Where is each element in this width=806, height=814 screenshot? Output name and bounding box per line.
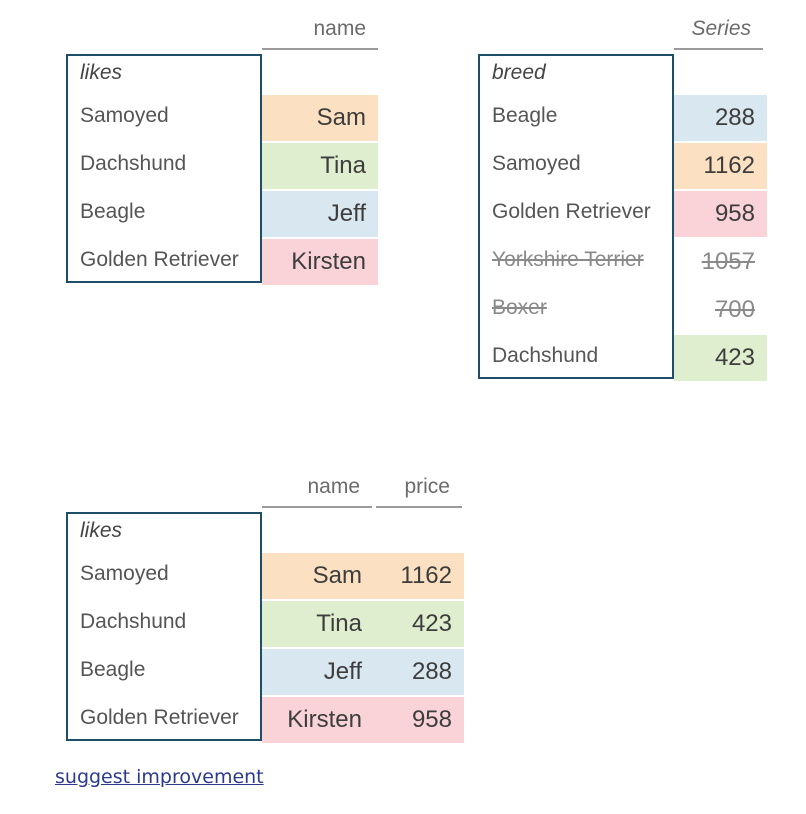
left-cell-name-3: Kirsten <box>291 248 366 275</box>
left-index-header-label: likes <box>80 61 123 84</box>
table-row: Kirsten <box>262 239 378 285</box>
right-cell-value-2: 958 <box>714 200 755 227</box>
right-index-cell-4: Boxer <box>492 295 547 319</box>
table-row: 1057 <box>674 239 767 285</box>
right-cell-value-4: 700 <box>714 296 755 323</box>
result-header-index-spacer <box>66 474 262 508</box>
result-table-header: name price <box>66 474 462 508</box>
result-cell-name-0: Sam <box>312 562 362 589</box>
right-index-header-label: breed <box>492 61 546 84</box>
right-cell-value-1: 1162 <box>703 152 755 179</box>
result-index-cell-2: Beagle <box>80 657 146 681</box>
right-value-column: 288 1162 958 1057 700 423 <box>674 54 767 381</box>
table-row: Sam 1162 <box>262 553 464 599</box>
right-index-cell-0: Beagle <box>492 103 558 127</box>
result-header-price: price <box>376 474 462 508</box>
result-index-cell-3: Golden Retriever <box>80 705 239 729</box>
right-index-cell-1: Samoyed <box>492 151 581 175</box>
left-cell-name-2: Jeff <box>327 200 366 227</box>
table-row: 1162 <box>674 143 767 189</box>
result-index-cell-0: Samoyed <box>80 561 169 585</box>
table-row: Jeff 288 <box>262 649 464 695</box>
right-table-header: Series <box>478 16 763 50</box>
table-row: Sam <box>262 95 378 141</box>
result-cell-price-2: 288 <box>411 658 452 685</box>
right-cell-value-3: 1057 <box>701 248 755 275</box>
result-cell-price-3: 958 <box>411 706 452 733</box>
left-value-column: Sam Tina Jeff Kirsten <box>262 54 378 285</box>
right-cell-value-0: 288 <box>714 104 755 131</box>
right-cell-value-5: 423 <box>714 344 755 371</box>
table-row: 700 <box>674 287 767 333</box>
result-value-columns: Sam 1162 Tina 423 Jeff 288 Kirsten 958 <box>262 512 464 743</box>
result-dataframe-panel: name price likes Samoyed Dachshund Beagl… <box>0 458 500 758</box>
right-index-cell-2: Golden Retriever <box>492 199 651 223</box>
result-cell-price-1: 423 <box>411 610 452 637</box>
right-header-index-spacer <box>478 16 674 50</box>
table-row: Tina <box>262 143 378 189</box>
result-cell-name-3: Kirsten <box>287 706 362 733</box>
left-value-spacer <box>262 54 378 95</box>
left-index-cell-2: Beagle <box>80 199 146 223</box>
result-index-cell-1: Dachshund <box>80 609 187 633</box>
result-value-spacer <box>262 512 464 553</box>
suggest-improvement-link[interactable]: suggest improvement <box>55 766 264 788</box>
right-index-cell-3: Yorkshire Terrier <box>492 247 644 271</box>
result-index-header-label: likes <box>80 519 123 542</box>
result-cell-name-2: Jeff <box>323 658 362 685</box>
table-row: 288 <box>674 95 767 141</box>
result-header-name: name <box>262 474 372 508</box>
right-index-rows: breed Beagle Samoyed Golden Retriever Yo… <box>478 54 674 379</box>
left-cell-name-0: Sam <box>316 104 366 131</box>
table-row: Tina 423 <box>262 601 464 647</box>
table-row: Jeff <box>262 191 378 237</box>
table-row: Kirsten 958 <box>262 697 464 743</box>
table-row: 423 <box>674 335 767 381</box>
right-index-cell-5: Dachshund <box>492 343 599 367</box>
left-index-cell-1: Dachshund <box>80 151 187 175</box>
result-cell-price-0: 1162 <box>400 562 452 589</box>
right-value-spacer <box>674 54 767 95</box>
left-index-cell-0: Samoyed <box>80 103 169 127</box>
left-index-cell-3: Golden Retriever <box>80 247 239 271</box>
result-cell-name-1: Tina <box>316 610 362 637</box>
left-index-rows: likes Samoyed Dachshund Beagle Golden Re… <box>66 54 262 283</box>
result-index-rows: likes Samoyed Dachshund Beagle Golden Re… <box>66 512 262 741</box>
table-row: 958 <box>674 191 767 237</box>
right-header-series: Series <box>674 16 763 50</box>
left-cell-name-1: Tina <box>320 152 366 179</box>
